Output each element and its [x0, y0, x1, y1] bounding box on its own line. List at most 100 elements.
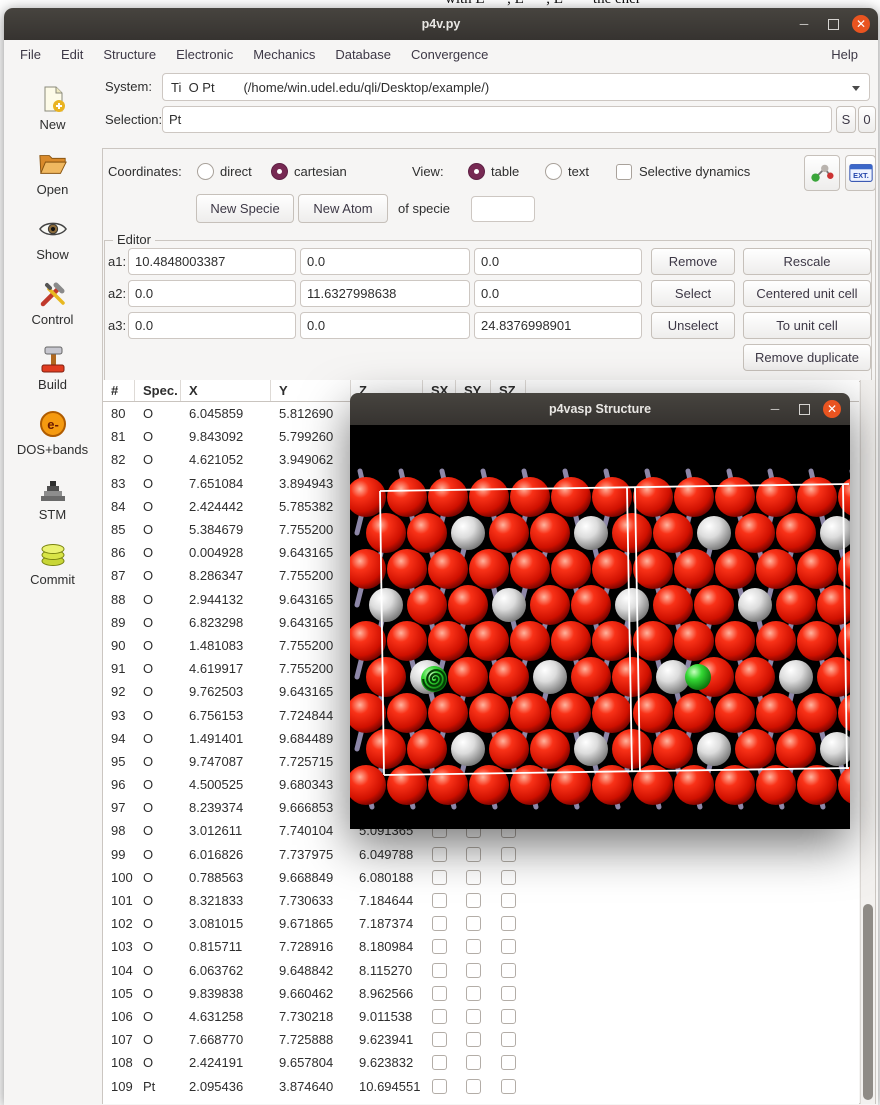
- checkbox-sy[interactable]: [466, 846, 481, 862]
- checkbox-sx[interactable]: [432, 1055, 447, 1071]
- structure-maximize-button[interactable]: [794, 399, 814, 419]
- of-specie-input[interactable]: [471, 196, 535, 222]
- sidebar-item-dos-bands[interactable]: e- DOS+bands: [7, 409, 99, 457]
- scrollbar-thumb[interactable]: [863, 904, 873, 1100]
- checkbox-sz[interactable]: [501, 985, 516, 1001]
- menu-item-electronic[interactable]: Electronic: [166, 43, 243, 66]
- checkbox-sz[interactable]: [501, 1055, 516, 1071]
- checkbox-sx[interactable]: [432, 962, 447, 978]
- sidebar-item-new[interactable]: New: [7, 84, 99, 132]
- structure-viewport[interactable]: [350, 425, 850, 829]
- table-row[interactable]: 106 O 4.631258 7.730218 9.011538: [103, 1005, 859, 1028]
- a1-z-field[interactable]: [474, 248, 642, 275]
- radio-table-label[interactable]: table: [491, 164, 519, 179]
- a3-y-field[interactable]: [300, 312, 470, 339]
- radio-direct-label[interactable]: direct: [220, 164, 252, 179]
- selective-dynamics-checkbox[interactable]: [616, 164, 632, 180]
- menu-item-convergence[interactable]: Convergence: [401, 43, 498, 66]
- close-button[interactable]: ✕: [852, 15, 870, 33]
- table-row[interactable]: 99 O 6.016826 7.737975 6.049788: [103, 843, 859, 866]
- menu-item-edit[interactable]: Edit: [51, 43, 93, 66]
- checkbox-sz[interactable]: [501, 939, 516, 955]
- a3-z-field[interactable]: [474, 312, 642, 339]
- checkbox-sx[interactable]: [432, 846, 447, 862]
- select-button[interactable]: Select: [651, 280, 735, 307]
- checkbox-sx[interactable]: [432, 939, 447, 955]
- sidebar-item-stm[interactable]: STM: [7, 474, 99, 522]
- menu-item-help[interactable]: Help: [821, 43, 868, 66]
- centered-unit-cell-button[interactable]: Centered unit cell: [743, 280, 871, 307]
- system-combobox[interactable]: Ti O Pt (/home/win.udel.edu/qli/Desktop/…: [162, 73, 870, 101]
- unselect-button[interactable]: Unselect: [651, 312, 735, 339]
- checkbox-sy[interactable]: [466, 1078, 481, 1094]
- sidebar-item-commit[interactable]: Commit: [7, 539, 99, 587]
- checkbox-sx[interactable]: [432, 869, 447, 885]
- selective-dynamics-label[interactable]: Selective dynamics: [639, 164, 750, 179]
- checkbox-sx[interactable]: [432, 1078, 447, 1094]
- checkbox-sy[interactable]: [466, 962, 481, 978]
- structure-minimize-button[interactable]: ─: [765, 399, 785, 419]
- remove-button[interactable]: Remove: [651, 248, 735, 275]
- radio-text-label[interactable]: text: [568, 164, 589, 179]
- rescale-button[interactable]: Rescale: [743, 248, 871, 275]
- menu-item-mechanics[interactable]: Mechanics: [243, 43, 325, 66]
- structure-close-button[interactable]: ✕: [823, 400, 841, 418]
- a1-y-field[interactable]: [300, 248, 470, 275]
- menu-item-structure[interactable]: Structure: [93, 43, 166, 66]
- to-unit-cell-button[interactable]: To unit cell: [743, 312, 871, 339]
- column-header-y[interactable]: Y: [271, 380, 351, 401]
- structure-render[interactable]: [350, 425, 850, 829]
- maximize-button[interactable]: [823, 14, 843, 34]
- checkbox-sy[interactable]: [466, 893, 481, 909]
- checkbox-sz[interactable]: [501, 1032, 516, 1048]
- radio-cartesian[interactable]: [271, 163, 288, 180]
- radio-direct[interactable]: [197, 163, 214, 180]
- a2-x-field[interactable]: [128, 280, 296, 307]
- external-editor-button[interactable]: EXT.: [845, 155, 876, 191]
- table-row[interactable]: 101 O 8.321833 7.730633 7.184644: [103, 889, 859, 912]
- checkbox-sz[interactable]: [501, 1008, 516, 1024]
- checkbox-sy[interactable]: [466, 916, 481, 932]
- column-header-spec[interactable]: Spec.: [135, 380, 181, 401]
- checkbox-sx[interactable]: [432, 1032, 447, 1048]
- table-row[interactable]: 105 O 9.839838 9.660462 8.962566: [103, 982, 859, 1005]
- table-row[interactable]: 109 Pt 2.095436 3.874640 10.694551: [103, 1074, 859, 1097]
- checkbox-sz[interactable]: [501, 962, 516, 978]
- table-row[interactable]: 102 O 3.081015 9.671865 7.187374: [103, 912, 859, 935]
- menu-item-database[interactable]: Database: [325, 43, 401, 66]
- new-atom-button[interactable]: New Atom: [298, 194, 388, 223]
- checkbox-sy[interactable]: [466, 939, 481, 955]
- table-row[interactable]: 104 O 6.063762 9.648842 8.115270: [103, 959, 859, 982]
- a1-x-field[interactable]: [128, 248, 296, 275]
- checkbox-sx[interactable]: [432, 1008, 447, 1024]
- column-header-num[interactable]: #: [103, 380, 135, 401]
- checkbox-sz[interactable]: [501, 869, 516, 885]
- checkbox-sx[interactable]: [432, 893, 447, 909]
- checkbox-sy[interactable]: [466, 1055, 481, 1071]
- selection-0-button[interactable]: 0: [858, 106, 876, 133]
- checkbox-sz[interactable]: [501, 1078, 516, 1094]
- remove-duplicate-button[interactable]: Remove duplicate: [743, 344, 871, 371]
- minimize-button[interactable]: ─: [794, 14, 814, 34]
- checkbox-sz[interactable]: [501, 846, 516, 862]
- checkbox-sy[interactable]: [466, 1032, 481, 1048]
- new-specie-button[interactable]: New Specie: [196, 194, 294, 223]
- checkbox-sz[interactable]: [501, 893, 516, 909]
- show-structure-button[interactable]: [804, 155, 840, 191]
- radio-cartesian-label[interactable]: cartesian: [294, 164, 347, 179]
- checkbox-sy[interactable]: [466, 985, 481, 1001]
- checkbox-sy[interactable]: [466, 869, 481, 885]
- radio-table[interactable]: [468, 163, 485, 180]
- menu-item-file[interactable]: File: [10, 43, 51, 66]
- selection-s-button[interactable]: S: [836, 106, 856, 133]
- checkbox-sx[interactable]: [432, 985, 447, 1001]
- vertical-scrollbar[interactable]: [860, 380, 875, 1104]
- table-row[interactable]: 108 O 2.424191 9.657804 9.623832: [103, 1051, 859, 1074]
- checkbox-sz[interactable]: [501, 916, 516, 932]
- table-row[interactable]: 107 O 7.668770 7.725888 9.623941: [103, 1028, 859, 1051]
- radio-text[interactable]: [545, 163, 562, 180]
- table-row[interactable]: 103 O 0.815711 7.728916 8.180984: [103, 935, 859, 958]
- a2-y-field[interactable]: [300, 280, 470, 307]
- checkbox-sx[interactable]: [432, 916, 447, 932]
- a3-x-field[interactable]: [128, 312, 296, 339]
